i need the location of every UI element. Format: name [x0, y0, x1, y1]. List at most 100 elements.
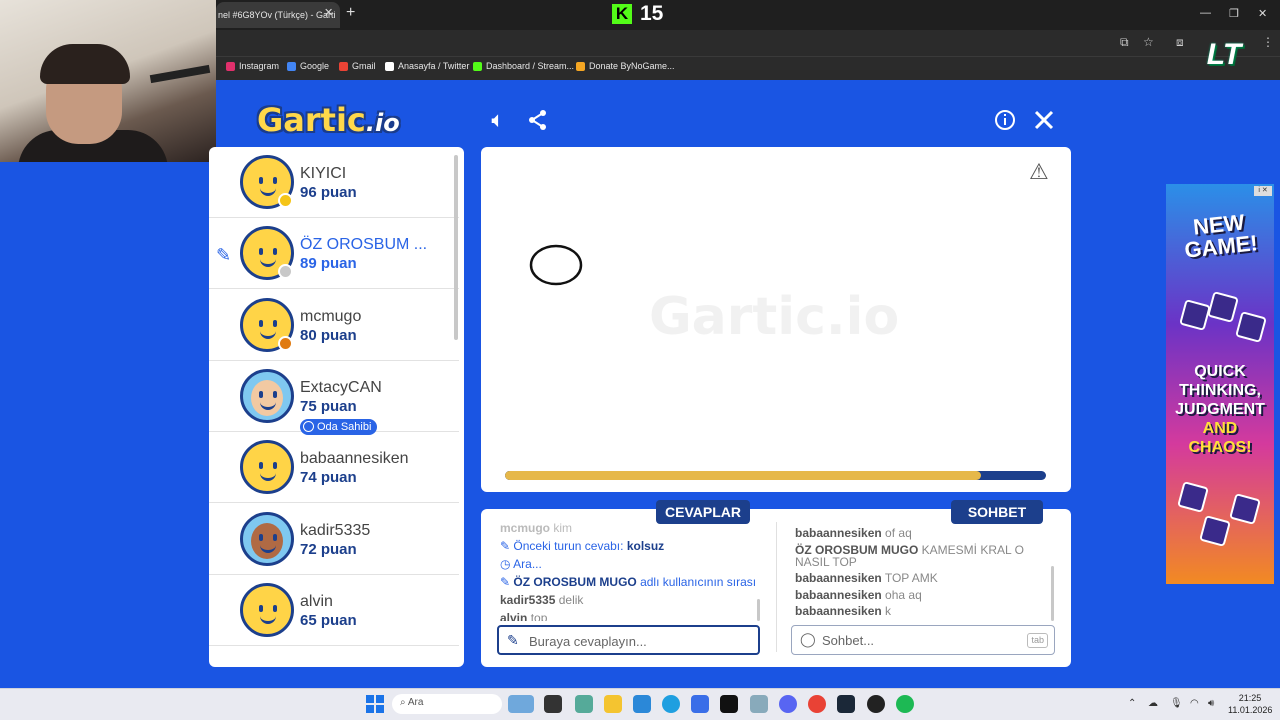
player-row[interactable]: ✎ ÖZ OROSBUM ... 89 puan	[209, 218, 459, 290]
feed-line-searching: ◷ Ara...	[500, 557, 542, 571]
bookmark-label: Anasayfa / Twitter	[398, 61, 470, 71]
tray-mic-icon[interactable]: 🎙︎	[1170, 698, 1183, 709]
tray-volume-icon[interactable]: 🔊︎	[1208, 698, 1214, 709]
extensions-icon[interactable]: ⧈	[1176, 35, 1184, 50]
chat-input[interactable]: ◯ Sohbet... tab	[791, 625, 1055, 655]
panel-divider	[776, 522, 777, 652]
player-list[interactable]: KIYICI 96 puan ✎ ÖZ OROSBUM ... 89 puan mcmug…	[209, 147, 464, 667]
edge-icon[interactable]	[662, 695, 680, 713]
bookmark-item[interactable]: Anasayfa / Twitter	[385, 61, 469, 71]
player-score: 65 puan	[300, 611, 357, 629]
tab-title: nel #6G8YOv (Türkçe) - Garti	[218, 10, 336, 20]
bookmark-item[interactable]: Gmail	[339, 61, 376, 71]
feed-line-faded: mcmugo kim	[500, 521, 573, 535]
ad-headline: NEW GAME!	[1183, 209, 1259, 263]
chat-message: babaannesiken TOP AMK	[795, 571, 938, 585]
player-name: ExtacyCAN	[300, 378, 382, 396]
player-row[interactable]: alvin 65 puan	[209, 575, 459, 646]
player-name: ÖZ OROSBUM ...	[300, 236, 428, 254]
answer-input[interactable]: ✎ Buraya cevaplayın...	[497, 625, 760, 655]
kick-logo-icon: K	[612, 4, 632, 24]
bookmark-favicon-icon	[339, 61, 348, 71]
ad-card-icon	[1235, 311, 1267, 343]
player-list-scrollbar[interactable]	[454, 155, 458, 340]
mail-icon[interactable]	[691, 695, 709, 713]
cast-icon[interactable]: ⧉	[1120, 35, 1129, 50]
clock-icon: ◷	[500, 557, 511, 571]
taskbar-search[interactable]: ⌕ Ara	[392, 694, 502, 714]
player-score: 96 puan	[300, 184, 357, 201]
player-status-dot	[278, 264, 293, 280]
minimize-icon[interactable]: —	[1200, 7, 1211, 19]
share-icon[interactable]	[524, 106, 552, 134]
tab-chat[interactable]: SOHBET	[951, 500, 1043, 524]
canvas-watermark: Gartic.io	[649, 287, 899, 347]
player-name: mcmugo	[300, 307, 362, 325]
obs-icon[interactable]	[867, 695, 885, 713]
bookmark-label: Instagram	[239, 61, 280, 71]
task-view-icon[interactable]	[544, 695, 562, 713]
taskbar-clock[interactable]: 21:25 11.01.2026	[1228, 692, 1272, 716]
tray-wifi-icon[interactable]: ◠	[1190, 698, 1199, 709]
browser-tab[interactable]: nel #6G8YOv (Türkçe) - Garti	[216, 2, 340, 28]
window-close-icon[interactable]: ✕	[1258, 7, 1267, 20]
player-row[interactable]: KIYICI 96 puan	[209, 147, 459, 218]
ad-info-icon[interactable]: i ✕	[1254, 186, 1272, 196]
lt-overlay-logo: LT	[1206, 38, 1242, 71]
tray-network-icon[interactable]: ☁	[1148, 698, 1158, 709]
answers-scrollbar[interactable]	[757, 599, 760, 621]
feed-line-guess: alvin top	[500, 611, 548, 621]
ad-card-icon	[1179, 299, 1211, 331]
chat-bubble-icon: ◯	[800, 631, 816, 647]
drawing-pencil-icon: ✎	[216, 245, 232, 266]
bookmark-favicon-icon	[473, 61, 482, 71]
settings-icon[interactable]	[750, 695, 768, 713]
bookmark-item[interactable]: Google	[287, 61, 329, 71]
new-tab-button[interactable]: +	[346, 4, 355, 22]
watermark-suffix: .io	[825, 287, 900, 347]
tray-chevron-icon[interactable]: ⌃	[1128, 698, 1136, 709]
bookmark-favicon-icon	[385, 61, 394, 71]
player-row[interactable]: ExtacyCAN 75 puan Oda Sahibi	[209, 361, 459, 435]
chat-message: babaannesiken oha aq	[795, 587, 922, 602]
answers-feed: mcmugo kim ✎ Önceki turun cevabı: kolsuz…	[500, 519, 756, 621]
bookmark-star-icon[interactable]: ☆	[1143, 35, 1154, 49]
player-row[interactable]: mcmugo 80 puan	[209, 290, 459, 361]
copilot-icon[interactable]	[575, 695, 593, 713]
bookmark-item[interactable]: Donate ByNoGame...	[576, 61, 675, 71]
windows-start-icon[interactable]	[366, 695, 384, 713]
ad-card-icon	[1229, 493, 1261, 525]
player-row[interactable]: kadir5335 72 puan	[209, 504, 459, 575]
chat-message: babaannesiken k	[795, 604, 892, 618]
sound-toggle-icon[interactable]: 🔈︎	[484, 106, 512, 134]
chat-feed: babaannesiken of aq ÖZ OROSBUM MUGO KAMES…	[795, 527, 1045, 621]
exit-game-icon[interactable]	[1030, 106, 1058, 134]
pencil-icon: ✎	[500, 539, 511, 553]
report-warning-icon[interactable]: ⚠	[1029, 159, 1049, 185]
player-avatar	[240, 440, 294, 495]
streamer-hair	[40, 44, 130, 84]
widgets-icon[interactable]	[508, 695, 534, 713]
discord-icon[interactable]	[779, 695, 797, 713]
info-icon[interactable]	[991, 106, 1019, 134]
chrome-icon[interactable]	[808, 695, 826, 713]
player-score: 74 puan	[300, 469, 357, 487]
player-name: KIYICI	[300, 165, 347, 182]
player-row[interactable]: babaannesiken 74 puan	[209, 432, 459, 504]
chat-scrollbar[interactable]	[1051, 566, 1054, 621]
webcam-overlay	[0, 0, 216, 162]
spotify-icon[interactable]	[896, 695, 914, 713]
bookmark-item[interactable]: Dashboard / Stream...	[473, 61, 574, 71]
steam-icon[interactable]	[837, 695, 855, 713]
maximize-icon[interactable]: ❐	[1229, 7, 1239, 20]
bookmark-item[interactable]: Instagram	[226, 61, 279, 71]
advertisement-banner[interactable]: i ✕ NEW GAME! QUICK THINKING, JUDGMENT A…	[1166, 184, 1274, 584]
file-explorer-icon[interactable]	[604, 695, 622, 713]
browser-menu-icon[interactable]: ⋮	[1262, 35, 1274, 49]
bookmark-label: Gmail	[352, 61, 376, 71]
store-icon[interactable]	[633, 695, 651, 713]
tab-close-icon[interactable]: ✕	[324, 6, 333, 19]
player-name: kadir5335	[300, 521, 371, 539]
capcut-icon[interactable]	[720, 695, 738, 713]
gartic-logo: Gartic.io	[257, 101, 400, 139]
